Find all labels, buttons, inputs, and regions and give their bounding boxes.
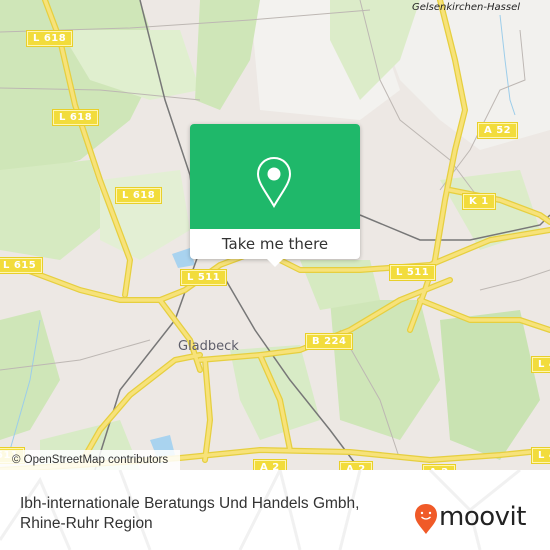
road-shield-a52: A 52 — [478, 123, 518, 138]
popup-pointer — [267, 259, 283, 267]
map[interactable]: L 618 L 618 L 618 L 615 L 511 L 511 A 52… — [0, 0, 550, 470]
road-shield-l4: L 4 — [532, 448, 550, 463]
business-name-line-1: Ibh-internationale Beratungs Und Handels… — [20, 495, 360, 512]
road-shield-k1: K 1 — [463, 194, 495, 209]
business-name-line-2: Rhine-Ruhr Region — [20, 515, 153, 532]
moovit-wordmark: moovit — [439, 502, 526, 532]
district-label: Gelsenkirchen-Hassel — [412, 2, 520, 13]
road-shield-l615: L 615 — [0, 258, 43, 273]
city-label: Gladbeck — [178, 339, 239, 354]
road-shield-l618: L 618 — [53, 110, 99, 125]
business-name: Ibh-internationale Beratungs Und Handels… — [20, 494, 359, 534]
road-shield-a2: A 2 — [340, 462, 372, 470]
map-attribution[interactable]: © OpenStreetMap contributors — [0, 450, 181, 470]
road-shield-a2: A 2 — [254, 460, 286, 470]
road-shield-l618: L 618 — [116, 188, 162, 203]
road-shield-l511: L 511 — [181, 270, 227, 285]
map-pin-icon — [256, 156, 292, 208]
road-shield-l4: L 4 — [532, 357, 550, 372]
take-me-there-button[interactable]: Take me there — [190, 229, 360, 259]
road-shield-l511: L 511 — [390, 265, 436, 280]
road-shield-l618: L 618 — [27, 31, 73, 46]
road-shield-b224: B 224 — [306, 334, 353, 349]
moovit-pin-icon — [415, 504, 437, 534]
destination-popup[interactable]: Take me there — [190, 124, 360, 267]
